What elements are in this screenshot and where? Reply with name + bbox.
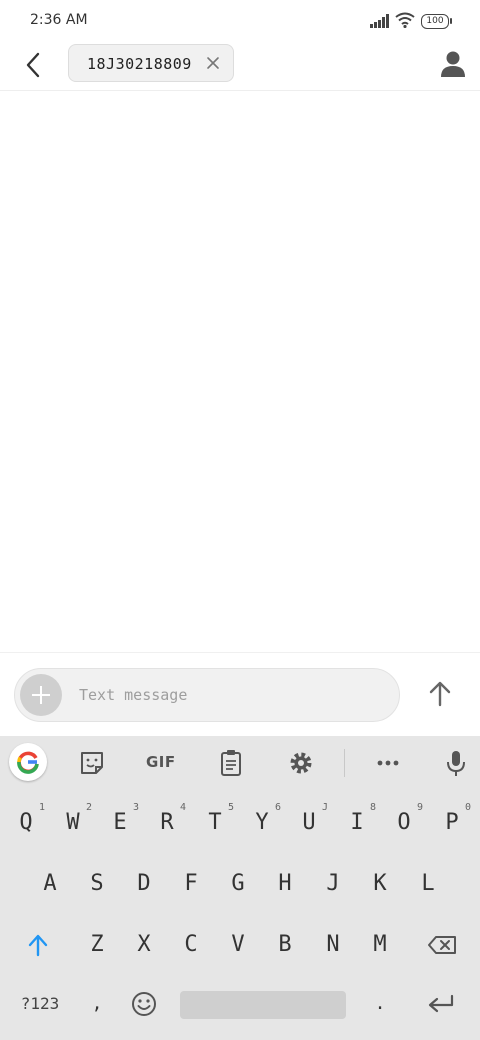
key-z[interactable]: Z (74, 917, 120, 973)
voice-input-button[interactable] (438, 745, 474, 781)
arrow-up-icon (429, 681, 451, 707)
clipboard-icon (221, 750, 241, 776)
message-list[interactable] (0, 91, 480, 652)
google-icon (17, 751, 39, 774)
comma-key[interactable]: , (74, 976, 120, 1032)
back-button[interactable] (16, 48, 50, 82)
key-o[interactable]: O9 (381, 795, 427, 851)
key-s[interactable]: S (74, 856, 120, 912)
recipient-chip[interactable]: 18J30218809 (68, 44, 234, 82)
google-button[interactable] (9, 743, 47, 781)
microphone-icon (447, 751, 465, 776)
key-f[interactable]: F (168, 856, 214, 912)
shift-arrow-icon (28, 934, 48, 957)
key-d[interactable]: D (121, 856, 167, 912)
more-icon (377, 760, 399, 766)
gear-icon (290, 752, 312, 774)
key-l[interactable]: L (405, 856, 451, 912)
wifi-icon (395, 12, 415, 29)
battery-tip (450, 18, 452, 24)
shift-key[interactable] (14, 917, 62, 973)
key-w[interactable]: W2 (50, 795, 96, 851)
key-q[interactable]: Q1 (3, 795, 49, 851)
conversation-header: 18J30218809 (0, 40, 480, 91)
enter-icon (428, 994, 454, 1013)
remove-recipient-button[interactable] (203, 53, 223, 73)
key-b[interactable]: B (262, 917, 308, 973)
key-i[interactable]: I8 (334, 795, 380, 851)
keyboard: Q1 W2 E3 R4 T5 Y6 UJ I8 O9 P0 A S D F G … (0, 790, 480, 1040)
clipboard-button[interactable] (213, 745, 249, 781)
contact-button[interactable] (440, 50, 466, 78)
more-button[interactable] (370, 745, 406, 781)
sticker-icon (81, 752, 103, 774)
message-input[interactable] (79, 683, 379, 707)
compose-field (14, 668, 400, 722)
status-bar: 2:36 AM 100 (0, 0, 480, 40)
person-icon (441, 51, 465, 77)
key-h[interactable]: H (262, 856, 308, 912)
key-g[interactable]: G (215, 856, 261, 912)
key-c[interactable]: C (168, 917, 214, 973)
key-n[interactable]: N (310, 917, 356, 973)
key-v[interactable]: V (215, 917, 261, 973)
gif-button[interactable]: GIF (142, 745, 186, 781)
key-a[interactable]: A (27, 856, 73, 912)
toolbar-divider (344, 749, 345, 777)
enter-key[interactable] (418, 976, 464, 1032)
settings-button[interactable] (283, 745, 319, 781)
back-arrow-icon (26, 52, 40, 78)
backspace-icon (428, 936, 456, 954)
backspace-key[interactable] (414, 917, 470, 973)
key-e[interactable]: E3 (97, 795, 143, 851)
battery-icon: 100 (421, 14, 449, 29)
signal-icon (370, 0, 390, 40)
period-key[interactable]: . (357, 976, 403, 1032)
key-y[interactable]: Y6 (239, 795, 285, 851)
emoji-icon (132, 992, 156, 1016)
key-t[interactable]: T5 (192, 795, 238, 851)
recipient-number: 18J30218809 (87, 55, 192, 73)
keyboard-toolbar: GIF (0, 736, 480, 790)
add-attachment-button[interactable] (20, 674, 62, 716)
status-time: 2:36 AM (30, 12, 88, 28)
key-j[interactable]: J (310, 856, 356, 912)
key-x[interactable]: X (121, 917, 167, 973)
close-icon (207, 57, 219, 69)
gif-label: GIF (146, 753, 176, 771)
send-button[interactable] (424, 677, 456, 711)
symbols-key[interactable]: ?123 (10, 984, 70, 1024)
compose-bar (0, 652, 480, 737)
key-p[interactable]: P0 (429, 795, 475, 851)
space-key[interactable] (180, 991, 346, 1019)
key-r[interactable]: R4 (144, 795, 190, 851)
emoji-key[interactable] (121, 976, 167, 1032)
sticker-button[interactable] (74, 745, 110, 781)
key-k[interactable]: K (357, 856, 403, 912)
key-m[interactable]: M (357, 917, 403, 973)
key-u[interactable]: UJ (286, 795, 332, 851)
